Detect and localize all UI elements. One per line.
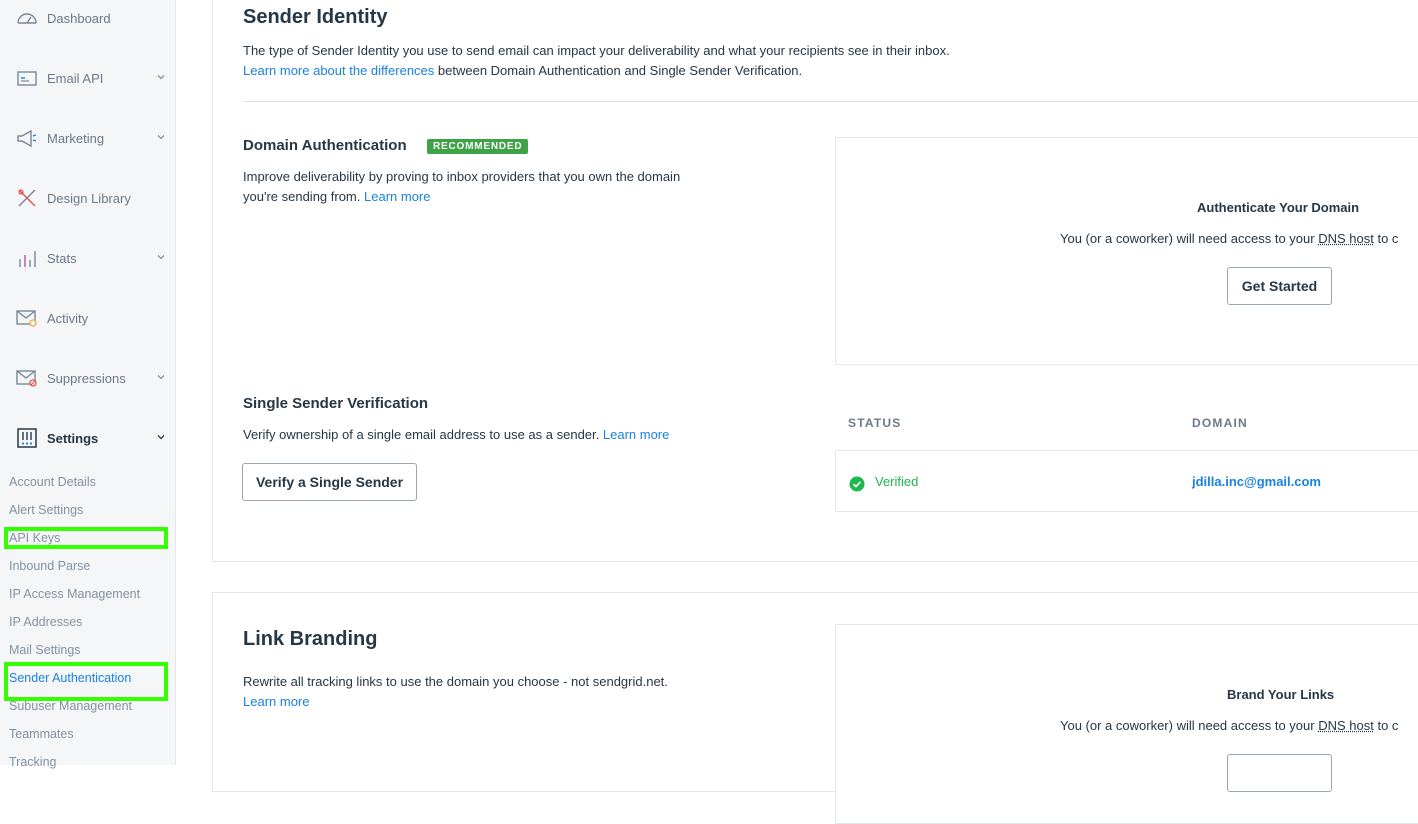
status-verified: Verified (875, 474, 918, 489)
stats-icon (15, 246, 39, 270)
brand-links-text-suffix: to c (1374, 718, 1399, 733)
sidebar-item-email-api[interactable]: Email API (0, 58, 175, 98)
chevron-down-icon (155, 71, 167, 83)
link-branding-title: Link Branding (243, 628, 377, 651)
chevron-down-icon (155, 431, 167, 443)
sidebar-item-dashboard[interactable]: Dashboard (0, 0, 175, 38)
verify-single-sender-button[interactable]: Verify a Single Sender (242, 463, 417, 501)
link-branding-description: Rewrite all tracking links to use the do… (243, 672, 668, 692)
dns-host-term: DNS host (1318, 718, 1374, 733)
sidebar-item-label: Email API (47, 71, 103, 86)
sender-identity-card: Sender Identity The type of Sender Ident… (212, 0, 1418, 562)
brand-links-text-prefix: You (or a coworker) will need access to … (1060, 718, 1318, 733)
sender-identity-description: The type of Sender Identity you use to s… (243, 41, 950, 61)
sender-identity-learn-line: Learn more about the differences between… (243, 61, 802, 81)
sidebar-item-marketing[interactable]: Marketing (0, 118, 175, 158)
domain-auth-description-line1: Improve deliverability by proving to inb… (243, 167, 680, 187)
authenticate-domain-text-suffix: to c (1374, 231, 1399, 246)
table-header-domain: DOMAIN (1192, 416, 1248, 430)
domain-auth-title: Domain Authentication (243, 137, 407, 154)
email-api-icon (15, 66, 39, 90)
sidebar-subitem-inbound-parse[interactable]: Inbound Parse (9, 559, 90, 573)
sidebar-subitem-alert-settings[interactable]: Alert Settings (9, 503, 83, 517)
recommended-badge: RECOMMENDED (427, 139, 528, 154)
single-sender-title: Single Sender Verification (243, 395, 428, 412)
sidebar-subitem-subuser-management[interactable]: Subuser Management (9, 699, 132, 713)
brand-links-text: You (or a coworker) will need access to … (1060, 718, 1398, 733)
get-started-button[interactable]: Get Started (1227, 267, 1332, 305)
sender-domain-link[interactable]: jdilla.inc@gmail.com (1192, 474, 1321, 489)
dns-host-term: DNS host (1318, 231, 1374, 246)
sidebar-item-label: Dashboard (47, 11, 111, 26)
chevron-down-icon (155, 131, 167, 143)
chevron-down-icon (155, 251, 167, 263)
authenticate-domain-panel: Authenticate Your Domain You (or a cowor… (835, 137, 1418, 365)
authenticate-domain-text: You (or a coworker) will need access to … (1060, 231, 1398, 246)
authenticate-domain-title: Authenticate Your Domain (1197, 200, 1359, 215)
single-sender-learn-more-link[interactable]: Learn more (603, 427, 669, 442)
domain-auth-learn-more-link[interactable]: Learn more (364, 189, 430, 204)
sender-identity-title: Sender Identity (243, 6, 387, 29)
link-branding-card: Link Branding Rewrite all tracking links… (212, 592, 1418, 792)
chevron-down-icon (155, 371, 167, 383)
sidebar-item-label: Settings (47, 431, 98, 446)
authenticate-domain-text-prefix: You (or a coworker) will need access to … (1060, 231, 1318, 246)
sidebar-subitem-ip-access-management[interactable]: IP Access Management (9, 587, 140, 601)
sidebar-item-settings[interactable]: Settings (0, 418, 175, 458)
sidebar-item-label: Marketing (47, 131, 104, 146)
check-circle-icon (849, 476, 865, 492)
sidebar-item-label: Activity (47, 311, 88, 326)
sidebar-subitem-teammates[interactable]: Teammates (9, 727, 74, 741)
learn-differences-link[interactable]: Learn more about the differences (243, 63, 434, 78)
sidebar: Dashboard Email API Marketing Design Lib… (0, 0, 176, 765)
domain-auth-description-line2: you're sending from. Learn more (243, 187, 430, 207)
brand-links-title: Brand Your Links (1227, 687, 1334, 702)
suppressions-icon (15, 366, 39, 390)
megaphone-icon (15, 126, 39, 150)
sidebar-item-label: Stats (47, 251, 77, 266)
sidebar-item-activity[interactable]: Activity (0, 298, 175, 338)
sidebar-subitem-ip-addresses[interactable]: IP Addresses (9, 615, 82, 629)
highlight-box-sender-authentication (4, 662, 168, 701)
sidebar-item-label: Design Library (47, 191, 131, 206)
link-branding-learn-line: Learn more (243, 692, 309, 712)
settings-icon (15, 426, 39, 450)
sidebar-subitem-tracking[interactable]: Tracking (9, 755, 56, 769)
sidebar-subitem-account-details[interactable]: Account Details (9, 475, 96, 489)
sidebar-item-design-library[interactable]: Design Library (0, 178, 175, 218)
domain-auth-description-text: you're sending from. (243, 189, 364, 204)
table-header-status: STATUS (848, 416, 901, 430)
table-row: Verified jdilla.inc@gmail.com (835, 450, 1418, 512)
brand-links-button[interactable] (1227, 754, 1332, 792)
single-sender-description: Verify ownership of a single email addre… (243, 427, 603, 442)
sidebar-item-suppressions[interactable]: Suppressions (0, 358, 175, 398)
highlight-box-api-keys (4, 527, 168, 549)
design-library-icon (15, 186, 39, 210)
brand-links-panel: Brand Your Links You (or a coworker) wil… (835, 624, 1418, 824)
section-divider (243, 101, 1418, 102)
dashboard-icon (15, 6, 39, 30)
sidebar-item-label: Suppressions (47, 371, 126, 386)
activity-icon (15, 306, 39, 330)
sidebar-subitem-mail-settings[interactable]: Mail Settings (9, 643, 81, 657)
link-branding-learn-more-link[interactable]: Learn more (243, 694, 309, 709)
sidebar-item-stats[interactable]: Stats (0, 238, 175, 278)
single-sender-description-line: Verify ownership of a single email addre… (243, 425, 669, 445)
learn-differences-suffix: between Domain Authentication and Single… (434, 63, 802, 78)
